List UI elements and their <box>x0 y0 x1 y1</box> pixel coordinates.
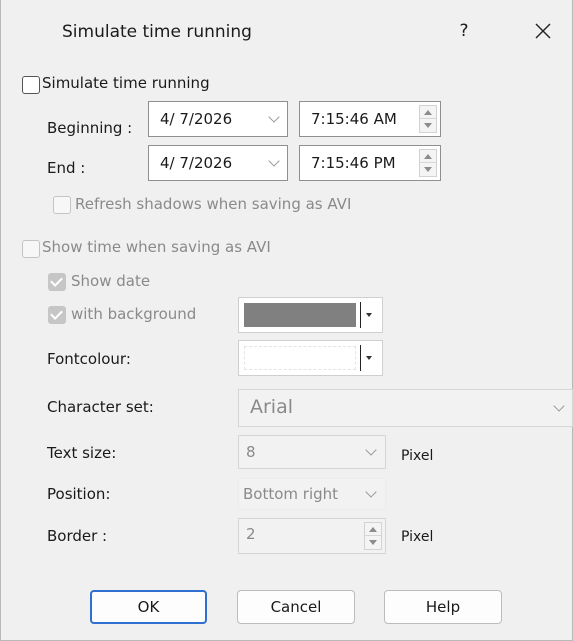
divider <box>360 302 361 328</box>
show-date-label: Show date <box>71 272 151 290</box>
beginning-time-value: 7:15:46 AM <box>311 110 397 128</box>
end-date-value: 4/ 7/2026 <box>160 154 233 172</box>
dropdown-arrow-icon <box>366 356 372 360</box>
border-spinner[interactable]: 2 <box>238 518 386 554</box>
spin-down-button[interactable] <box>420 163 436 176</box>
chevron-down-icon <box>268 155 280 167</box>
border-spin-control[interactable] <box>364 522 382 550</box>
fontcolour-swatch <box>244 346 356 370</box>
with-background-label: with background <box>71 305 197 323</box>
cancel-button[interactable]: Cancel <box>237 590 355 624</box>
simulate-time-checkbox[interactable] <box>22 76 40 94</box>
textsize-label: Text size: <box>47 444 117 462</box>
end-date-picker[interactable]: 4/ 7/2026 <box>148 145 288 181</box>
help-button[interactable]: Help <box>384 590 502 624</box>
textsize-unit: Pixel <box>401 448 434 464</box>
dropdown-arrow-icon <box>366 313 372 317</box>
fontcolour-picker[interactable] <box>238 340 383 376</box>
simulate-time-label: Simulate time running <box>42 74 210 92</box>
spin-down-button[interactable] <box>365 536 381 549</box>
fontcolour-label: Fontcolour: <box>47 350 131 368</box>
border-value: 2 <box>246 525 256 543</box>
arrow-down-icon <box>424 123 432 128</box>
charset-value: Arial <box>250 396 294 418</box>
position-label: Position: <box>47 485 111 503</box>
charset-label: Character set: <box>47 398 154 416</box>
close-icon <box>535 23 551 39</box>
refresh-shadows-checkbox[interactable] <box>53 196 71 214</box>
with-background-checkbox[interactable] <box>48 306 66 324</box>
dialog-title: Simulate time running <box>62 22 252 42</box>
charset-select[interactable]: Arial <box>238 389 573 427</box>
spin-up-button[interactable] <box>365 523 381 536</box>
close-button[interactable] <box>524 16 560 46</box>
beginning-date-value: 4/ 7/2026 <box>160 110 233 128</box>
beginning-time-field[interactable]: 7:15:46 AM <box>299 101 441 137</box>
arrow-up-icon <box>369 527 377 532</box>
show-time-avi-label: Show time when saving as AVI <box>42 238 271 256</box>
beginning-time-spinner[interactable] <box>419 105 437 133</box>
arrow-down-icon <box>424 167 432 172</box>
beginning-label: Beginning : <box>47 119 133 137</box>
ok-button[interactable]: OK <box>90 590 207 624</box>
end-time-field[interactable]: 7:15:46 PM <box>299 145 441 181</box>
chevron-down-icon <box>365 486 377 498</box>
end-label: End : <box>47 159 86 177</box>
show-time-avi-checkbox[interactable] <box>22 240 40 258</box>
end-time-spinner[interactable] <box>419 149 437 177</box>
help-title-button[interactable]: ? <box>452 16 476 46</box>
chevron-down-icon <box>365 444 377 456</box>
textsize-select[interactable]: 8 <box>238 435 386 469</box>
position-select[interactable]: Bottom right <box>238 478 386 510</box>
background-color-picker[interactable] <box>238 297 383 333</box>
title-bar: Simulate time running ? <box>0 0 573 64</box>
border-label: Border : <box>47 527 108 545</box>
arrow-up-icon <box>424 110 432 115</box>
background-color-swatch <box>244 303 356 327</box>
chevron-down-icon <box>553 400 565 412</box>
chevron-down-icon <box>268 111 280 123</box>
refresh-shadows-label: Refresh shadows when saving as AVI <box>75 195 352 213</box>
show-date-checkbox[interactable] <box>48 273 66 291</box>
beginning-date-picker[interactable]: 4/ 7/2026 <box>148 101 288 137</box>
spin-up-button[interactable] <box>420 150 436 163</box>
divider <box>360 345 361 371</box>
arrow-down-icon <box>369 540 377 545</box>
end-time-value: 7:15:46 PM <box>311 154 396 172</box>
textsize-value: 8 <box>246 443 256 461</box>
border-unit: Pixel <box>401 529 434 545</box>
spin-down-button[interactable] <box>420 119 436 132</box>
spin-up-button[interactable] <box>420 106 436 119</box>
position-value: Bottom right <box>243 485 339 503</box>
arrow-up-icon <box>424 154 432 159</box>
